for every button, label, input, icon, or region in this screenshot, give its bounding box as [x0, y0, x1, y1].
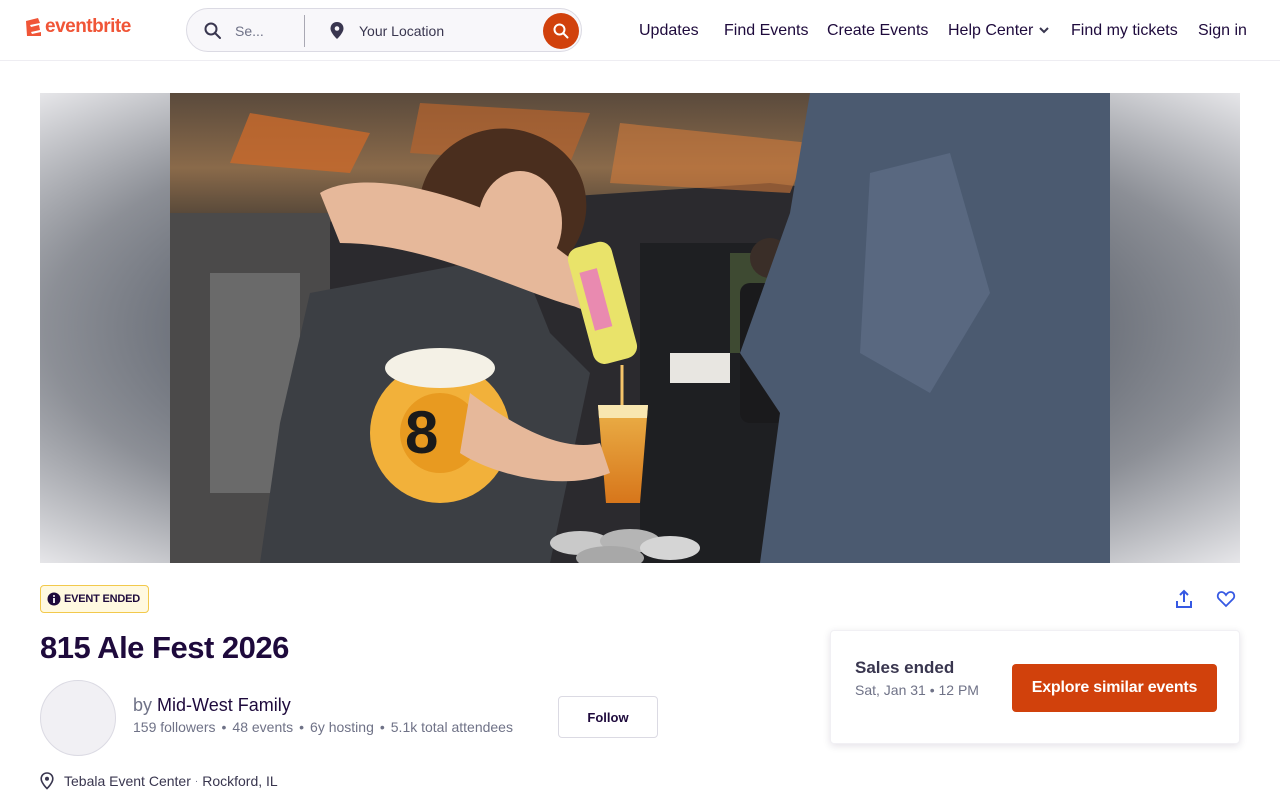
organizer-events: 48 events — [232, 719, 294, 735]
status-badge: EVENT ENDED — [40, 585, 150, 613]
event-location: Tebala Event Center · Rockford, IL — [40, 772, 278, 790]
search-bar — [186, 8, 582, 52]
organizer-name[interactable]: Mid-West Family — [157, 695, 291, 715]
info-icon — [47, 592, 61, 606]
eventbrite-logo[interactable]: eventbrite — [24, 16, 131, 38]
sales-date: Sat, Jan 31 • 12 PM — [855, 682, 979, 698]
nav-find-my-tickets[interactable]: Find my tickets — [1071, 22, 1178, 40]
location-pin-icon — [330, 22, 344, 39]
nav-sign-in[interactable]: Sign in — [1198, 22, 1247, 40]
status-badge-label: EVENT ENDED — [64, 593, 141, 605]
logo-text: eventbrite — [45, 16, 131, 37]
search-icon — [204, 22, 221, 39]
venue-city: Rockford, IL — [202, 773, 278, 789]
search-divider — [304, 15, 305, 47]
search-icon — [553, 23, 569, 39]
nav-help-center-label: Help Center — [948, 22, 1034, 39]
chevron-down-icon — [1039, 27, 1050, 34]
svg-text:8: 8 — [405, 399, 438, 466]
eventbrite-logo-icon — [26, 18, 41, 36]
nav-create-events[interactable]: Create Events — [827, 22, 928, 40]
nav-updates[interactable]: Updates — [639, 22, 699, 40]
event-hero-image: 8 — [40, 93, 1240, 563]
search-submit-button[interactable] — [543, 13, 579, 49]
organizer-followers: 159 followers — [133, 719, 216, 735]
venue-name[interactable]: Tebala Event Center — [64, 773, 191, 789]
sales-status: Sales ended — [855, 658, 955, 677]
heart-icon[interactable] — [1216, 589, 1236, 609]
follow-button[interactable]: Follow — [558, 696, 658, 738]
organizer-stats: 159 followers • 48 events • 6y hosting • 5.1k … — [133, 719, 513, 735]
organizer-hosting: 6y hosting — [310, 719, 374, 735]
nav-find-events[interactable]: Find Events — [724, 22, 808, 40]
search-input[interactable] — [235, 21, 283, 41]
event-title: 815 Ale Fest 2026 — [40, 630, 289, 665]
organizer-avatar[interactable] — [40, 680, 116, 756]
location-input[interactable] — [359, 21, 519, 41]
site-header: eventbrite Updates Find Events Create Ev… — [0, 0, 1280, 61]
location-pin-icon — [40, 772, 54, 790]
explore-similar-events-button[interactable]: Explore similar events — [1012, 664, 1217, 712]
organizer-byline: by Mid-West Family — [133, 695, 291, 716]
sales-card: Sales ended Sat, Jan 31 • 12 PM Explore … — [830, 630, 1240, 744]
hero-photo: 8 — [170, 93, 1110, 563]
organizer-prefix: by — [133, 695, 153, 715]
nav-help-center[interactable]: Help Center — [948, 22, 1050, 40]
organizer-attendees: 5.1k total attendees — [390, 719, 513, 735]
share-icon[interactable] — [1174, 589, 1194, 609]
